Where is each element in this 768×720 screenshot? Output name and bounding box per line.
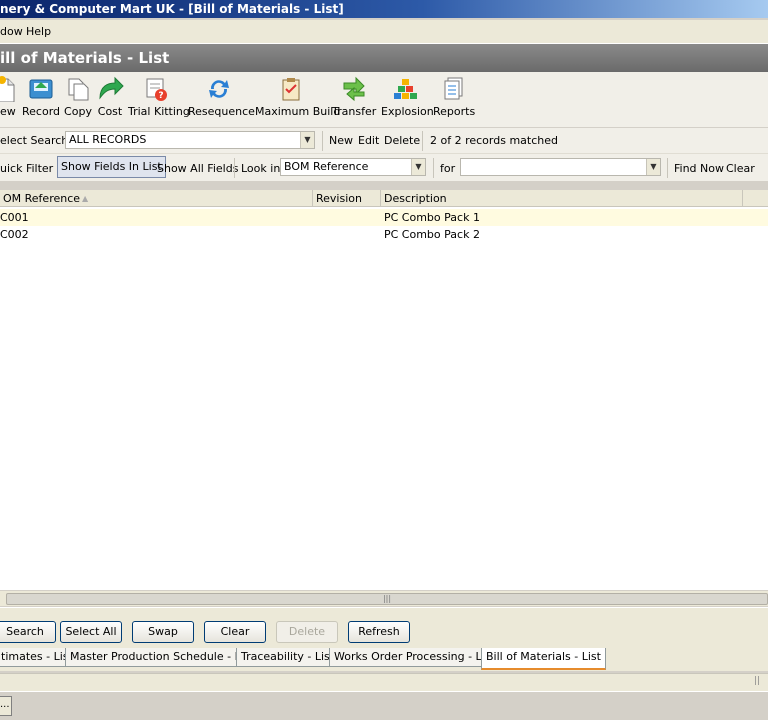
for-label: for bbox=[440, 162, 456, 175]
clear-filter-button[interactable]: Clear bbox=[726, 162, 755, 175]
resize-grip-icon: || bbox=[753, 676, 760, 686]
new-button[interactable]: ew bbox=[0, 76, 16, 124]
horizontal-scrollbar[interactable]: ||| bbox=[0, 590, 768, 606]
select-search-dropdown[interactable]: ALL RECORDS ▼ bbox=[65, 131, 315, 149]
search-edit-link[interactable]: Edit bbox=[358, 134, 379, 147]
maximum-build-icon bbox=[282, 78, 300, 101]
search-row: elect Search ALL RECORDS ▼ New Edit Dele… bbox=[0, 128, 768, 154]
taskbar-button[interactable]: ... bbox=[0, 696, 12, 716]
chevron-down-icon[interactable]: ▼ bbox=[411, 159, 425, 175]
look-in-label: Look in bbox=[241, 162, 281, 175]
page-title: ill of Materials - List bbox=[0, 49, 170, 67]
transfer-icon bbox=[343, 76, 365, 102]
select-search-value: ALL RECORDS bbox=[69, 133, 147, 146]
search-button[interactable]: Search bbox=[0, 621, 56, 643]
clear-button[interactable]: Clear bbox=[204, 621, 266, 643]
tab-bill-of-materials[interactable]: Bill of Materials - List bbox=[481, 648, 606, 670]
table-row[interactable]: C001 PC Combo Pack 1 bbox=[0, 209, 768, 226]
status-bar: || bbox=[0, 673, 768, 691]
search-new-link[interactable]: New bbox=[329, 134, 353, 147]
look-in-dropdown[interactable]: BOM Reference ▼ bbox=[280, 158, 426, 176]
svg-text:?: ? bbox=[158, 91, 163, 101]
filter-row: uick Filter Show Fields In List Show All… bbox=[0, 154, 768, 182]
for-input[interactable]: ▼ bbox=[460, 158, 661, 176]
look-in-value: BOM Reference bbox=[284, 160, 369, 173]
swap-button[interactable]: Swap bbox=[132, 621, 194, 643]
description-cell: PC Combo Pack 2 bbox=[384, 228, 480, 241]
resequence-button[interactable]: Resequence bbox=[188, 76, 255, 124]
select-all-button[interactable]: Select All bbox=[60, 621, 122, 643]
menu-help[interactable]: Help bbox=[26, 25, 51, 38]
find-now-button[interactable]: Find Now bbox=[674, 162, 724, 175]
window-title: nery & Computer Mart UK - [Bill of Mater… bbox=[0, 2, 344, 16]
show-fields-in-list-button[interactable]: Show Fields In List bbox=[57, 156, 166, 178]
maximum-build-button[interactable]: Maximum Build bbox=[255, 76, 340, 124]
cost-arrow-icon bbox=[99, 76, 124, 100]
reports-button[interactable]: Reports bbox=[433, 76, 475, 124]
records-matched-status: 2 of 2 records matched bbox=[430, 134, 558, 147]
tab-works-order-processing[interactable]: Works Order Processing - List bbox=[329, 648, 500, 667]
cost-button[interactable]: Cost bbox=[96, 76, 124, 124]
chevron-down-icon[interactable]: ▼ bbox=[300, 132, 314, 148]
window-title-bar: nery & Computer Mart UK - [Bill of Mater… bbox=[0, 0, 768, 18]
resequence-icon bbox=[209, 80, 229, 98]
copy-icon bbox=[68, 78, 89, 101]
tab-traceability[interactable]: Traceability - List bbox=[236, 648, 340, 667]
window-tabs: timates - List Master Production Schedul… bbox=[0, 647, 768, 671]
select-search-label: elect Search bbox=[0, 134, 69, 147]
sort-ascending-icon: ▲ bbox=[82, 194, 89, 203]
action-button-bar: Search Select All Swap Clear Delete Refr… bbox=[0, 607, 768, 647]
column-revision[interactable]: Revision bbox=[313, 190, 381, 207]
table-row[interactable]: C002 PC Combo Pack 2 bbox=[0, 226, 768, 243]
scrollbar-thumb[interactable]: ||| bbox=[6, 593, 768, 605]
show-all-fields-button[interactable]: Show All Fields bbox=[157, 162, 238, 175]
copy-button[interactable]: Copy bbox=[63, 76, 93, 124]
bom-reference-cell: C001 bbox=[0, 211, 29, 224]
toolbar: ew Record Copy Cost ? Trial Kitting Rese… bbox=[0, 72, 768, 128]
refresh-button[interactable]: Refresh bbox=[348, 621, 410, 643]
menu-bar: dow Help bbox=[0, 20, 768, 44]
trial-kitting-icon: ? bbox=[146, 78, 167, 101]
transfer-button[interactable]: Transfer bbox=[332, 76, 376, 124]
explosion-icon bbox=[394, 79, 417, 99]
trial-kitting-button[interactable]: ? Trial Kitting bbox=[128, 76, 190, 124]
tab-master-production-schedule[interactable]: Master Production Schedule - List bbox=[65, 648, 259, 667]
explosion-button[interactable]: Explosion bbox=[381, 76, 434, 124]
grid-header: OM Reference ▲ Revision Description bbox=[0, 190, 768, 207]
column-description[interactable]: Description bbox=[381, 190, 743, 207]
quick-filter-button[interactable]: uick Filter bbox=[0, 162, 53, 175]
record-button[interactable]: Record bbox=[22, 76, 60, 124]
record-icon bbox=[29, 79, 53, 99]
chevron-down-icon[interactable]: ▼ bbox=[646, 159, 660, 175]
search-delete-link[interactable]: Delete bbox=[384, 134, 420, 147]
menu-window[interactable]: dow bbox=[0, 25, 23, 38]
bom-reference-cell: C002 bbox=[0, 228, 29, 241]
description-cell: PC Combo Pack 1 bbox=[384, 211, 480, 224]
column-bom-reference[interactable]: OM Reference ▲ bbox=[0, 190, 313, 207]
reports-icon bbox=[444, 77, 463, 100]
page-header: ill of Materials - List bbox=[0, 44, 768, 72]
records-grid bbox=[0, 190, 768, 590]
delete-button: Delete bbox=[276, 621, 338, 643]
new-document-icon bbox=[0, 76, 15, 102]
taskbar: ... bbox=[0, 691, 768, 720]
